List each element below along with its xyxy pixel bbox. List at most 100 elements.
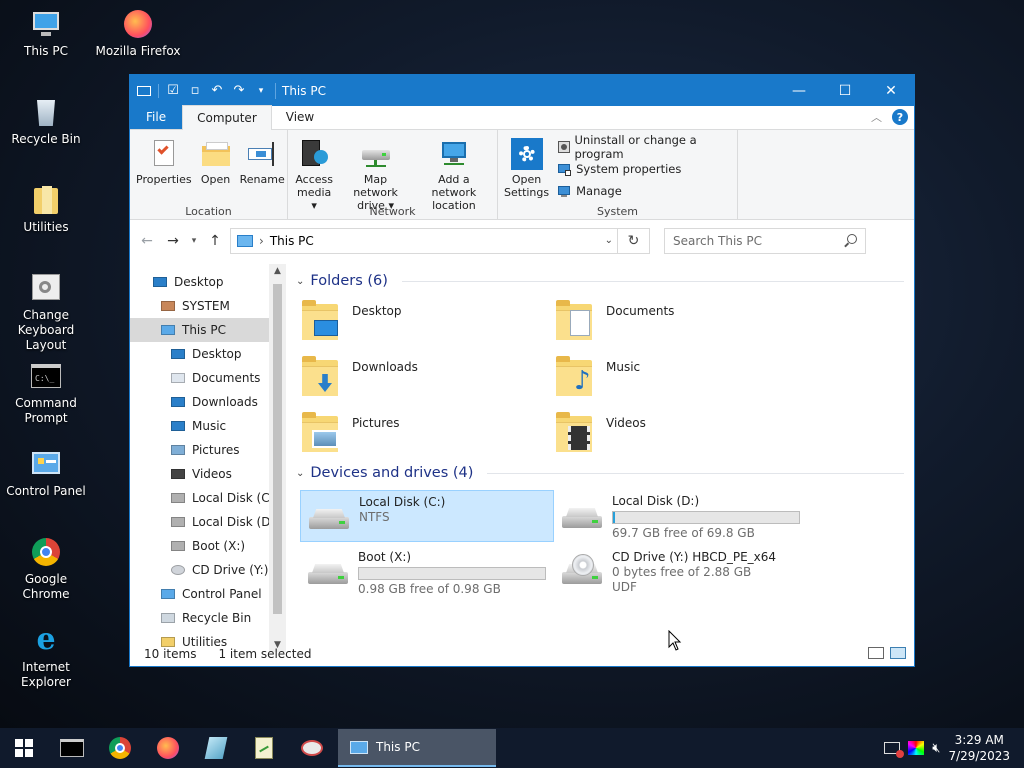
open-button[interactable]: Open bbox=[196, 134, 236, 188]
nav-item[interactable]: Desktop bbox=[130, 342, 286, 366]
title-bar[interactable]: ☑ ▫ ↶ ↷ ▾ This PC — ☐ ✕ bbox=[130, 75, 914, 106]
undo-icon[interactable]: ↶ bbox=[209, 83, 225, 99]
maximize-button[interactable]: ☐ bbox=[822, 75, 868, 106]
pictures-icon bbox=[170, 442, 186, 458]
notepad-chart-icon bbox=[255, 737, 273, 759]
folder-item[interactable]: Pictures bbox=[300, 408, 554, 456]
breadcrumb-this-pc[interactable]: This PC bbox=[270, 234, 314, 248]
desktop-icon-this-pc[interactable]: This PC bbox=[0, 8, 92, 59]
nav-item-label: Videos bbox=[192, 467, 232, 481]
chrome-icon bbox=[109, 737, 131, 759]
taskbar-explorer-this-pc[interactable]: This PC bbox=[338, 729, 496, 767]
nav-item-label: Downloads bbox=[192, 395, 258, 409]
drive-d[interactable]: Local Disk (D:) 69.7 GB free of 69.8 GB bbox=[554, 490, 808, 542]
map-network-drive-button[interactable]: Map network drive ▾ bbox=[338, 134, 412, 214]
clock[interactable]: 3:29 AM 7/29/2023 bbox=[948, 732, 1010, 764]
up-button[interactable]: ↑ bbox=[204, 230, 226, 252]
nav-item[interactable]: This PC bbox=[130, 318, 286, 342]
properties-button[interactable]: Properties bbox=[132, 134, 196, 188]
tab-computer[interactable]: Computer bbox=[182, 105, 272, 130]
folder-icon bbox=[300, 408, 342, 456]
folders-group-header[interactable]: ⌄ Folders (6) bbox=[296, 270, 914, 292]
minimize-button[interactable]: — bbox=[776, 75, 822, 106]
hard-drive-icon bbox=[170, 538, 186, 554]
address-bar-row: ← → ▾ ↑ › This PC ⌄ ↻ Search This PC bbox=[130, 220, 914, 262]
drive-x[interactable]: Boot (X:) 0.98 GB free of 0.98 GB bbox=[300, 546, 554, 598]
nav-item[interactable]: Local Disk (D:) bbox=[130, 510, 286, 534]
recent-locations-button[interactable]: ▾ bbox=[188, 230, 200, 252]
desktop-icon-internet-explorer[interactable]: e Internet Explorer bbox=[0, 624, 92, 690]
address-bar[interactable]: › This PC ⌄ ↻ bbox=[230, 227, 650, 254]
collapse-ribbon-icon[interactable]: ︿ bbox=[871, 109, 882, 125]
nav-item[interactable]: Downloads bbox=[130, 390, 286, 414]
large-icons-view-icon[interactable] bbox=[890, 647, 906, 659]
nav-scrollbar[interactable]: ▲ ▼ bbox=[269, 264, 286, 652]
new-folder-icon[interactable]: ▫ bbox=[187, 83, 203, 99]
drives-grid: Local Disk (C:) NTFS Local Disk (D:) 69.… bbox=[296, 490, 914, 598]
drives-group-header[interactable]: ⌄ Devices and drives (4) bbox=[296, 462, 914, 484]
scroll-up-icon[interactable]: ▲ bbox=[269, 266, 286, 276]
redo-icon[interactable]: ↷ bbox=[231, 83, 247, 99]
uninstall-program-button[interactable]: Uninstall or change a program bbox=[557, 133, 729, 161]
drive-c[interactable]: Local Disk (C:) NTFS bbox=[300, 490, 554, 542]
folder-item[interactable]: Videos bbox=[554, 408, 808, 456]
color-app-icon[interactable] bbox=[908, 741, 925, 755]
taskbar-app-2[interactable] bbox=[240, 728, 288, 768]
taskbar-command-prompt[interactable] bbox=[48, 728, 96, 768]
nav-item[interactable]: SYSTEM bbox=[130, 294, 286, 318]
nav-item[interactable]: Boot (X:) bbox=[130, 534, 286, 558]
help-icon[interactable]: ? bbox=[892, 109, 908, 125]
desktop-icon-command-prompt[interactable]: C:\_ Command Prompt bbox=[0, 360, 92, 426]
details-view-icon[interactable] bbox=[868, 647, 884, 659]
address-dropdown-icon[interactable]: ⌄ bbox=[605, 235, 613, 246]
scroll-thumb[interactable] bbox=[273, 284, 282, 614]
folder-item[interactable]: Downloads bbox=[300, 352, 554, 400]
media-server-icon bbox=[298, 138, 330, 170]
hard-drive-icon bbox=[170, 514, 186, 530]
back-button[interactable]: ← bbox=[136, 230, 158, 252]
system-properties-button[interactable]: System properties bbox=[557, 158, 729, 180]
nav-item[interactable]: Documents bbox=[130, 366, 286, 390]
nav-item[interactable]: Videos bbox=[130, 462, 286, 486]
desktop-icon-recycle-bin[interactable]: Recycle Bin bbox=[0, 96, 92, 147]
desktop-icon-utilities[interactable]: Utilities bbox=[0, 184, 92, 235]
taskbar-chrome[interactable] bbox=[96, 728, 144, 768]
search-input[interactable]: Search This PC bbox=[664, 227, 866, 254]
taskbar-firefox[interactable] bbox=[144, 728, 192, 768]
collapse-chevron-icon[interactable]: ⌄ bbox=[296, 468, 304, 479]
drive-free-space: 0 bytes free of 2.88 GB bbox=[612, 565, 752, 579]
forward-button[interactable]: → bbox=[162, 230, 184, 252]
folder-item[interactable]: ♪ Music bbox=[554, 352, 808, 400]
folder-item[interactable]: Documents bbox=[554, 296, 808, 344]
desktop-icon-control-panel[interactable]: Control Panel bbox=[0, 448, 92, 499]
network-disconnected-icon[interactable] bbox=[884, 742, 905, 758]
nav-item[interactable]: Pictures bbox=[130, 438, 286, 462]
nav-item[interactable]: Music bbox=[130, 414, 286, 438]
desktop-icon-chrome[interactable]: Google Chrome bbox=[0, 536, 92, 602]
collapse-chevron-icon[interactable]: ⌄ bbox=[296, 276, 304, 287]
taskbar-app-3[interactable] bbox=[288, 728, 336, 768]
desktop-icon-change-keyboard-layout[interactable]: Change Keyboard Layout bbox=[0, 272, 92, 353]
nav-item[interactable]: Desktop bbox=[130, 270, 286, 294]
access-media-button[interactable]: Access media ▾ bbox=[290, 134, 338, 214]
tab-file[interactable]: File bbox=[130, 105, 183, 129]
rename-button[interactable]: Rename bbox=[236, 134, 289, 188]
nav-item[interactable]: Local Disk (C:) bbox=[130, 486, 286, 510]
properties-check-icon[interactable]: ☑ bbox=[165, 83, 181, 99]
drive-y[interactable]: CD Drive (Y:) HBCD_PE_x64 0 bytes free o… bbox=[554, 546, 808, 598]
nav-item[interactable]: Recycle Bin bbox=[130, 606, 286, 630]
refresh-button[interactable]: ↻ bbox=[617, 227, 649, 254]
desktop-icon bbox=[152, 274, 168, 290]
folder-item[interactable]: Desktop bbox=[300, 296, 554, 344]
start-button[interactable] bbox=[0, 728, 48, 768]
customize-qat-icon[interactable]: ▾ bbox=[253, 83, 269, 99]
nav-item[interactable]: Control Panel bbox=[130, 582, 286, 606]
close-button[interactable]: ✕ bbox=[868, 75, 914, 106]
tab-view[interactable]: View bbox=[272, 105, 328, 129]
desktop-icon-firefox[interactable]: Mozilla Firefox bbox=[92, 8, 184, 59]
manage-button[interactable]: Manage bbox=[557, 180, 729, 202]
add-network-location-button[interactable]: Add a network location bbox=[413, 134, 495, 214]
nav-item[interactable]: CD Drive (Y:) H bbox=[130, 558, 286, 582]
taskbar-app-1[interactable] bbox=[192, 728, 240, 768]
volume-muted-icon[interactable]: 🔇︎ bbox=[932, 741, 940, 756]
